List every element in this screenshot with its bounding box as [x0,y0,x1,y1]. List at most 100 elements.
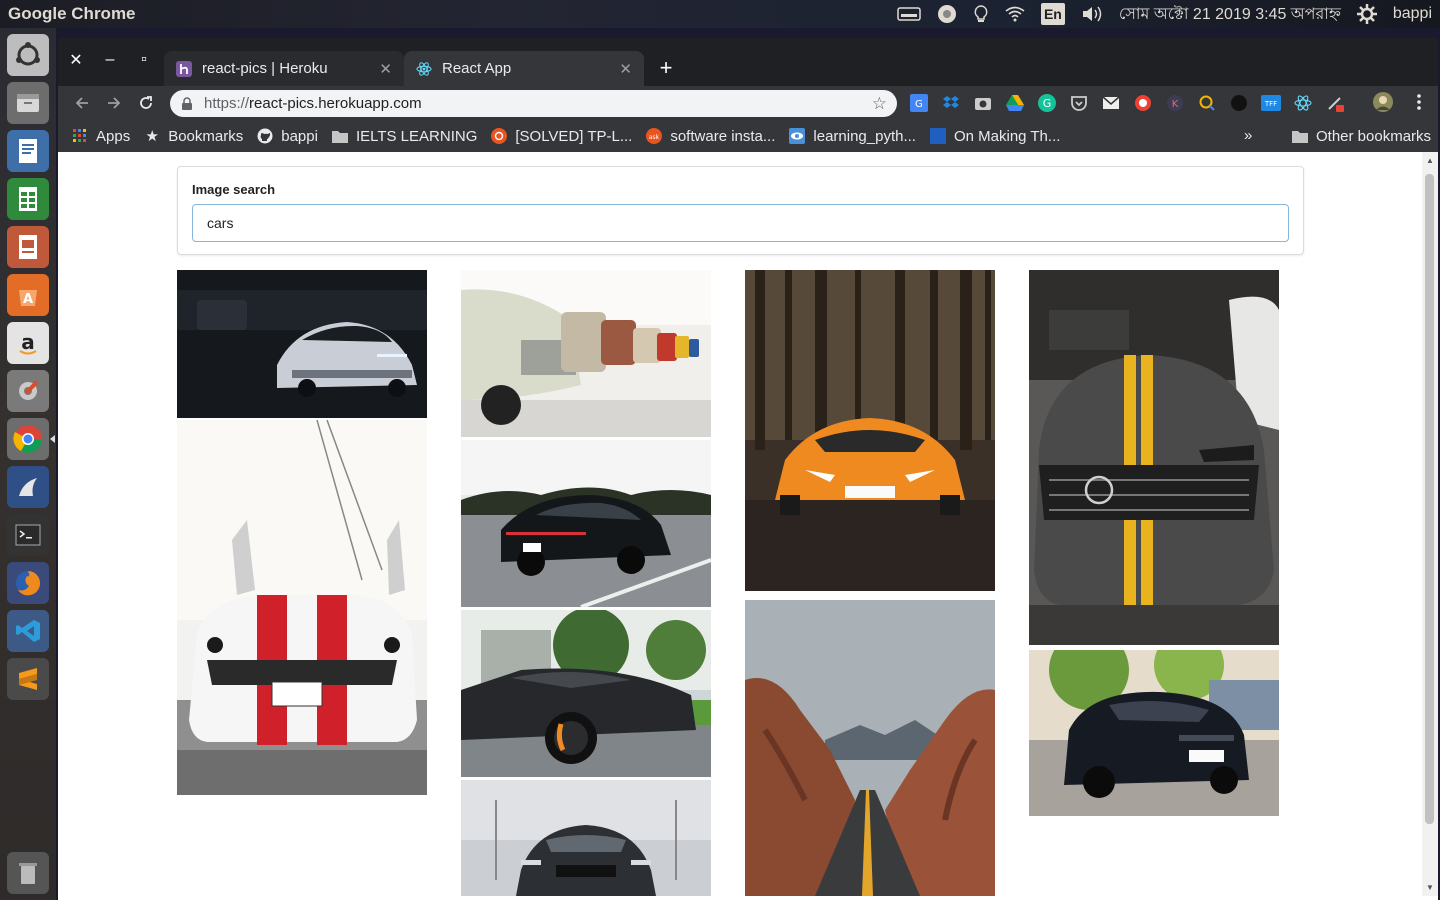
menu-kebab-icon[interactable] [1408,91,1430,113]
ubuntu-dash-icon[interactable] [7,34,49,76]
eye-icon [789,128,806,144]
maximize-window-icon[interactable]: ▫ [136,50,152,70]
sublime-icon[interactable] [7,658,49,700]
image-orange-lamborghini[interactable] [745,270,995,591]
tff-extension-icon[interactable]: TFF [1260,92,1282,114]
firefox-icon[interactable] [7,562,49,604]
tab-react-pics-heroku[interactable]: react-pics | Heroku ✕ [164,51,404,86]
svg-text:a: a [21,330,35,354]
indicator-area: En সোম অক্টো 21 2019 3:45 অপরাহ্ন bappi [897,3,1440,25]
image-grey-mercedes[interactable] [1029,270,1279,645]
github-icon [257,128,273,144]
wifi-icon[interactable] [1005,3,1025,25]
ubuntu-top-panel: Google Chrome En সোম অক্টো 21 2019 3:45 … [0,0,1440,28]
page-viewport: Image search [58,152,1438,896]
reload-button[interactable] [132,89,160,117]
image-dark-camaro[interactable] [177,270,427,418]
image-black-mustang-front[interactable] [461,780,711,896]
page-scrollbar[interactable]: ▲ ▼ [1422,152,1438,896]
amazon-icon[interactable]: a [7,322,49,364]
trash-icon[interactable] [7,852,49,894]
image-white-mustang[interactable] [177,420,427,795]
keyboard-layout-indicator[interactable]: En [1040,3,1065,25]
dropbox-icon[interactable] [940,92,962,114]
keyboard-indicator-icon[interactable] [897,3,921,25]
scroll-up-arrow-icon[interactable]: ▲ [1426,156,1434,165]
dark-mode-icon[interactable] [1228,92,1250,114]
chrome-icon[interactable] [7,418,55,460]
window-controls: ✕ – ▫ [68,50,152,70]
ask-icon: ask [646,128,663,144]
username-label[interactable]: bappi [1393,3,1432,25]
image-black-lamborghini[interactable] [461,610,711,777]
folder-icon [1292,128,1308,144]
image-classic-cars-row[interactable] [461,270,711,437]
tab-title: react-pics | Heroku [202,60,328,77]
active-app-title: Google Chrome [8,4,136,23]
bookmark-software[interactable]: ask software insta... [646,128,775,145]
close-tab-icon[interactable]: ✕ [619,60,632,78]
k-extension-icon[interactable]: K [1164,92,1186,114]
record-icon[interactable] [1132,92,1154,114]
svg-text:ask: ask [649,134,660,141]
google-drive-icon[interactable] [1004,92,1026,114]
tab-title: React App [442,60,512,77]
bookmark-star-icon[interactable]: ☆ [872,94,887,114]
bookmark-on-making[interactable]: On Making Th... [929,128,1060,145]
calc-icon[interactable] [7,178,49,220]
react-devtools-icon[interactable] [1292,92,1314,114]
back-button[interactable] [68,89,96,117]
url-text: https://react-pics.herokuapp.com [204,95,422,112]
bookmark-apps[interactable]: Apps [72,128,130,145]
image-black-porsche[interactable] [461,440,711,607]
bookmark-bookmarks[interactable]: ★ Bookmarks [144,128,243,146]
image-search-label: Image search [192,182,276,197]
image-black-mustang-street[interactable] [1029,650,1279,816]
close-tab-icon[interactable]: ✕ [379,60,392,78]
gmail-checker-icon[interactable] [1100,92,1122,114]
unity-launcher: A a [0,28,56,900]
eyedropper-icon[interactable] [1324,92,1346,114]
grammarly-icon[interactable]: G [1036,92,1058,114]
impress-icon[interactable] [7,226,49,268]
svg-text:G: G [915,99,923,110]
screenshot-icon[interactable] [972,92,994,114]
chrome-window: ✕ – ▫ react-pics | Heroku ✕ React App ✕ … [58,38,1438,900]
system-settings-icon[interactable] [7,370,49,412]
star-icon: ★ [145,128,159,145]
lightbulb-icon[interactable] [973,3,989,25]
app-icon[interactable] [7,466,49,508]
image-search-input[interactable] [192,204,1289,242]
other-bookmarks[interactable]: Other bookmarks [1292,120,1431,152]
terminal-icon[interactable] [7,514,49,556]
google-translate-icon[interactable]: G [908,92,930,114]
scroll-down-arrow-icon[interactable]: ▼ [1426,883,1434,892]
software-center-icon[interactable]: A [7,274,49,316]
bookmark-solved[interactable]: [SOLVED] TP-L... [491,128,632,145]
writer-icon[interactable] [7,130,49,172]
search-extension-icon[interactable] [1196,92,1218,114]
pocket-icon[interactable] [1068,92,1090,114]
session-gear-icon[interactable] [1356,3,1377,25]
address-bar[interactable]: https://react-pics.herokuapp.com ☆ [170,90,897,117]
close-window-icon[interactable]: ✕ [68,50,84,70]
profile-avatar-icon[interactable] [1372,91,1394,113]
tab-react-app[interactable]: React App ✕ [404,51,644,86]
lock-icon [182,96,192,110]
files-icon[interactable] [7,82,49,124]
bookmark-bappi[interactable]: bappi [257,128,318,145]
forward-button[interactable] [100,89,128,117]
bookmark-learning-python[interactable]: learning_pyth... [789,128,916,145]
search-card: Image search [177,166,1304,255]
chrome-indicator-icon[interactable] [937,3,957,25]
image-desert-road[interactable] [745,600,995,896]
bookmarks-overflow-button[interactable]: » [1244,127,1252,144]
apps-grid-icon [72,128,88,144]
new-tab-button[interactable]: + [654,55,678,80]
bookmark-ielts[interactable]: IELTS LEARNING [331,128,477,145]
minimize-window-icon[interactable]: – [102,50,118,70]
volume-icon[interactable] [1081,3,1103,25]
scrollbar-thumb[interactable] [1425,174,1434,824]
vscode-icon[interactable] [7,610,49,652]
clock-indicator[interactable]: সোম অক্টো 21 2019 3:45 অপরাহ্ন [1119,3,1341,25]
